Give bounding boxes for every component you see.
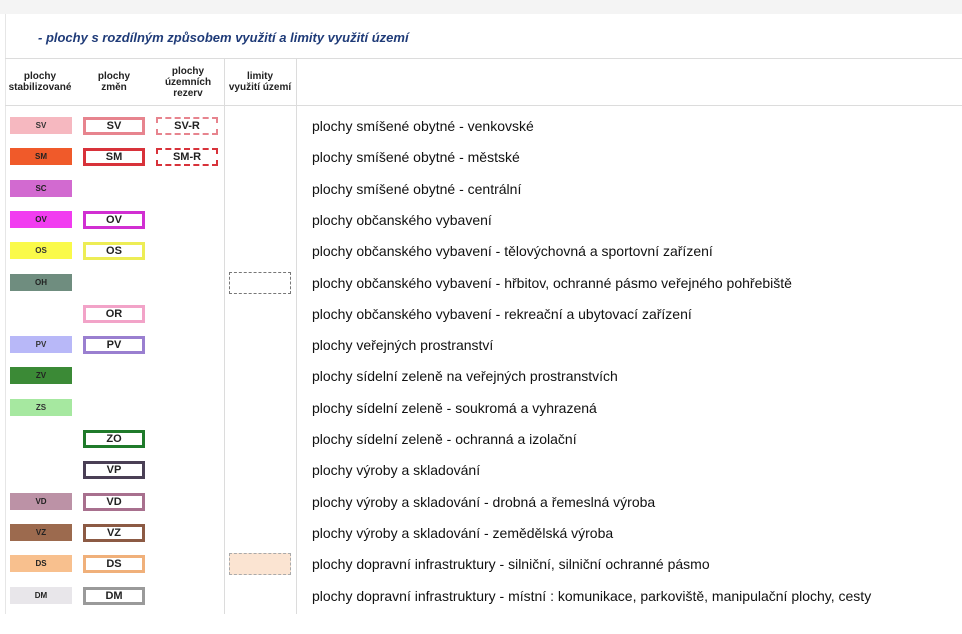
row-description: plochy sídelní zeleně - ochranná a izola… <box>312 431 577 447</box>
stabilized-swatch: DS <box>10 555 72 573</box>
legend-row: OH plochy občanského vybavení - hřbitov, … <box>0 268 962 299</box>
row-description: plochy sídelní zeleně na veřejných prost… <box>312 368 618 385</box>
row-description: plochy dopravní infrastruktury - silničn… <box>312 556 710 573</box>
stabilized-swatch: ZS <box>10 398 72 416</box>
legend-row: OR plochy občanského vybavení - rekreační… <box>0 299 962 330</box>
stabilized-swatch: SC <box>10 179 72 197</box>
row-description: plochy smíšené obytné - městské <box>312 149 520 166</box>
change-swatch: PV <box>83 336 145 355</box>
stabilized-swatch: VD <box>10 492 72 510</box>
change-swatch: VZ <box>83 523 145 542</box>
legend-row: PV PV plochy veřejných prostranství <box>0 330 962 361</box>
limit-swatch <box>229 553 291 576</box>
stabilized-swatch: SM <box>10 148 72 166</box>
change-swatch: SM <box>83 148 145 167</box>
reserve-swatch: SM-R <box>156 148 218 167</box>
reserve-swatch: SV-R <box>156 117 218 135</box>
header-changes: plochy změn <box>97 71 131 93</box>
change-swatch: DM <box>83 586 145 605</box>
row-description: plochy smíšené obytné - centrální <box>312 180 522 197</box>
stabilized-swatch: VZ <box>10 523 72 541</box>
stabilized-swatch: DM <box>10 586 72 604</box>
row-description: plochy občanského vybavení <box>312 211 492 228</box>
top-strip <box>0 0 962 14</box>
legend-row: ZS plochy sídelní zeleně - soukromá a vyh… <box>0 393 962 424</box>
row-description: plochy sídelní zeleně - soukromá a vyhra… <box>312 399 597 416</box>
header-top-line <box>5 58 962 59</box>
legend-row: VD VD plochy výroby a skladování - drobná … <box>0 487 962 518</box>
legend-row: VP plochy výroby a skladování <box>0 455 962 486</box>
row-description: plochy výroby a skladování - drobná a ře… <box>312 493 656 510</box>
change-swatch: OS <box>83 242 145 261</box>
change-swatch: OV <box>83 210 145 229</box>
stabilized-swatch: OV <box>10 210 72 228</box>
row-description: plochy výroby a skladování - zemědělská … <box>312 524 614 541</box>
legend-row: OV OV plochy občanského vybavení <box>0 205 962 236</box>
header-reserves: plochy územních rezerv <box>164 65 212 99</box>
header-bottom-line <box>5 105 962 106</box>
row-description: plochy občanského vybavení - hřbitov, oc… <box>312 274 792 291</box>
header-limits: limity využití území <box>228 71 292 93</box>
legend-row: DM DM plochy dopravní infrastruktury - mís… <box>0 581 962 612</box>
row-description: plochy občanského vybavení - rekreační a… <box>312 305 692 322</box>
change-swatch: SV <box>83 117 145 135</box>
legend-row: SC plochy smíšené obytné - centrální <box>0 174 962 205</box>
legend-title: - plochy s rozdílným způsobem využití a … <box>38 30 409 45</box>
legend-row: DS DS plochy dopravní infrastruktury - sil… <box>0 549 962 580</box>
change-swatch: ZO <box>83 430 145 448</box>
row-description: plochy smíšené obytné - venkovské <box>312 118 534 134</box>
change-swatch: VD <box>83 492 145 511</box>
row-description: plochy dopravní infrastruktury - místní … <box>312 587 872 604</box>
row-description: plochy veřejných prostranství <box>312 337 494 354</box>
change-swatch: DS <box>83 555 145 574</box>
legend-row: ZV plochy sídelní zeleně na veřejných pro… <box>0 361 962 392</box>
stabilized-swatch: ZV <box>10 367 72 385</box>
legend-row: VZ VZ plochy výroby a skladování - zeměděl… <box>0 518 962 549</box>
header-stabilized: plochy stabilizované <box>8 71 72 93</box>
stabilized-swatch: PV <box>10 336 72 354</box>
legend-row: ZO plochy sídelní zeleně - ochranná a izo… <box>0 424 962 455</box>
legend-row: SV SV SV-R plochy smíšené obytné - venkovsk… <box>0 111 962 142</box>
stabilized-swatch: OS <box>10 242 72 260</box>
change-swatch: OR <box>83 304 145 323</box>
row-description: plochy výroby a skladování <box>312 462 481 479</box>
stabilized-swatch: SV <box>10 117 72 134</box>
legend-row: SM SM SM-R plochy smíšené obytné - městské <box>0 142 962 173</box>
stabilized-swatch: OH <box>10 273 72 291</box>
row-description: plochy občanského vybavení - tělovýchovn… <box>312 243 713 260</box>
change-swatch: VP <box>83 461 145 480</box>
legend-row: OS OS plochy občanského vybavení - tělovýc… <box>0 236 962 267</box>
limit-swatch <box>229 271 291 294</box>
